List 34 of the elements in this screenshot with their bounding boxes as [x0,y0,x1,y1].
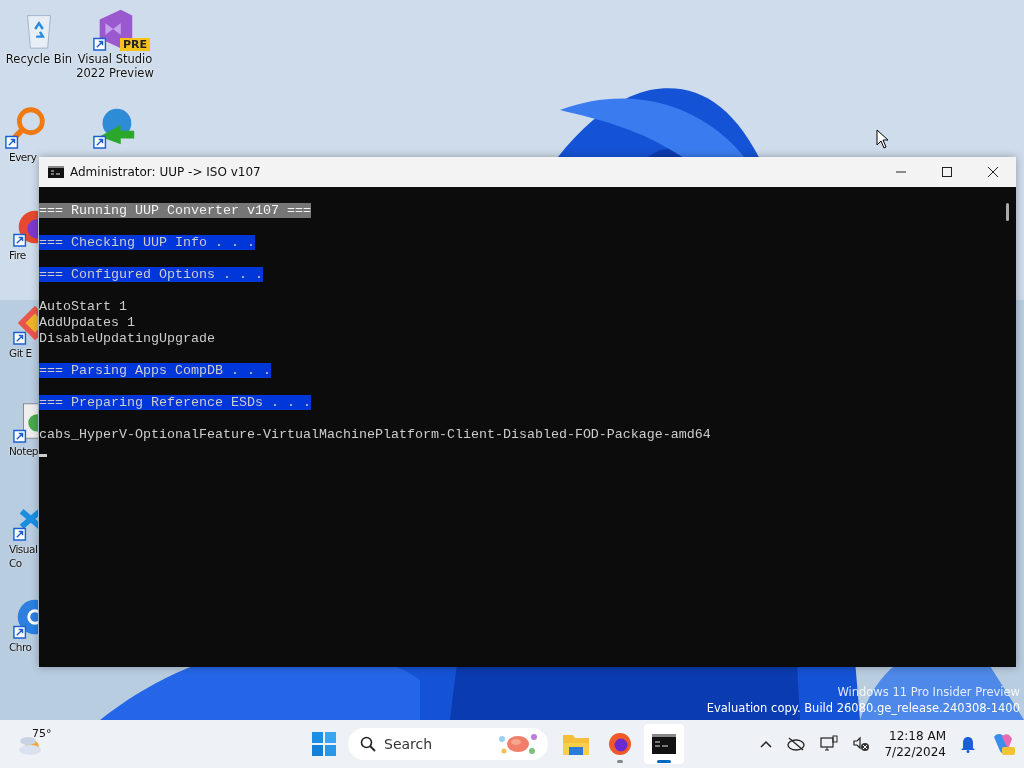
icon-label: 2022 Preview [76,66,154,80]
icon-label: Notep [8,444,39,458]
clock-date[interactable]: 7/22/2024 [884,744,946,760]
console-line: AutoStart 1 [39,299,127,314]
close-icon [988,167,998,177]
clock-time[interactable]: 12:18 AM [889,728,946,744]
chevron-up-icon[interactable] [760,740,773,748]
search-field[interactable]: Search [348,728,548,760]
window-title: Administrator: UUP -> ISO v107 [70,165,261,179]
console-line: DisableUpdatingUpgrade [39,331,215,346]
pre-badge: PRE [120,38,151,51]
icon-label: Fire [8,248,26,262]
text-cursor [39,454,47,457]
temperature[interactable]: 75° [32,727,52,740]
icon-label: Every [8,150,37,164]
console-line: cabs_HyperV-OptionalFeature-VirtualMachinePlatform-Client-Disabled-FOD-Package-amd64 [39,427,711,442]
terminal-icon[interactable] [644,724,684,764]
speaker-muted-icon[interactable] [852,735,871,753]
icon-label: Visual [8,542,38,556]
bell-icon[interactable] [960,735,976,753]
pointer-icon [876,129,890,149]
maximize-icon [942,167,952,177]
icon-label: Chro [8,640,32,654]
scrollbar-thumb[interactable] [1006,203,1009,221]
icon-label: Git E [8,346,32,360]
console-icon [48,166,64,178]
console-line: AddUpdates 1 [39,315,135,330]
windows-logo-icon [312,732,336,756]
icon-label: Co [8,556,22,570]
icon-label: Visual Studio [77,52,153,66]
cloud-off-icon[interactable] [786,737,807,751]
network-icon[interactable] [820,735,839,753]
icon-label: Recycle Bin [5,52,73,66]
search-icon [360,736,376,752]
